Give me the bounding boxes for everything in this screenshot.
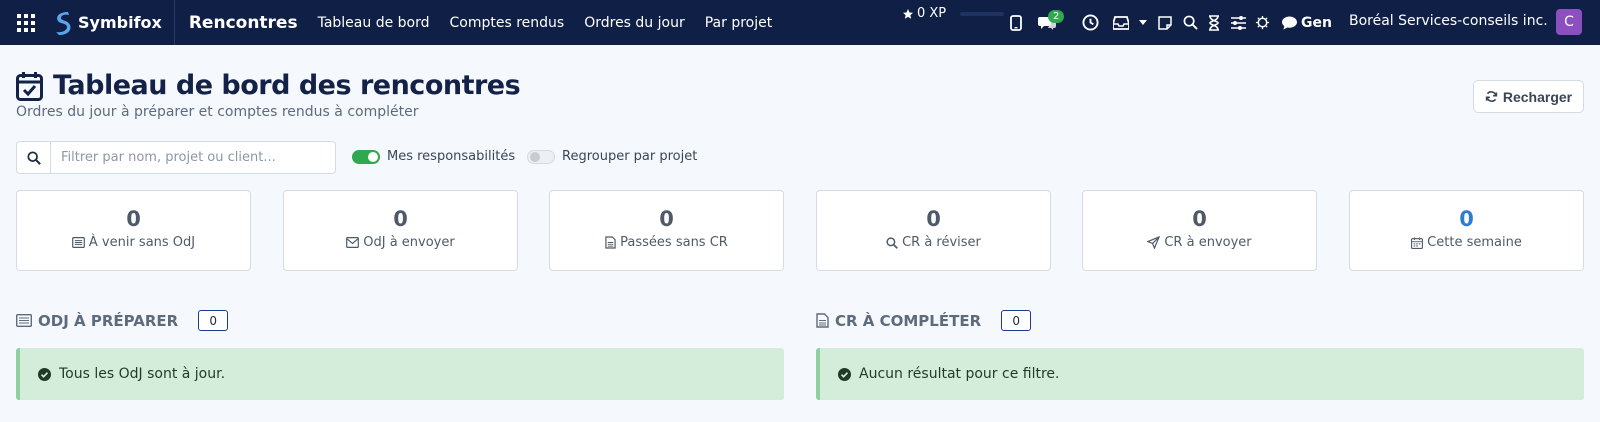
stat-card-cette-semaine[interactable]: 0 Cette semaine — [1349, 190, 1584, 271]
sticky-note-icon[interactable] — [1154, 12, 1176, 34]
menu-item-ordres-du-jour[interactable]: Ordres du jour — [584, 15, 685, 31]
xp-progress-bar — [960, 12, 1004, 16]
page-subtitle: Ordres du jour à préparer et comptes ren… — [16, 104, 419, 120]
stat-value: 0 — [393, 207, 408, 231]
section-odj-header: ODJ À PRÉPARER 0 — [16, 310, 229, 331]
toggle-mes-responsabilites-label: Mes responsabilités — [387, 149, 516, 164]
stat-card-cr-a-reviser[interactable]: 0 CR à réviser — [816, 190, 1051, 271]
menu-item-par-projet[interactable]: Par projet — [705, 15, 773, 31]
star-icon — [903, 8, 913, 19]
brand-name: Symbifox — [78, 13, 162, 32]
calendar-check-icon — [16, 71, 43, 101]
section-cr-count: 0 — [1001, 310, 1032, 331]
stat-card-a-venir-sans-odj[interactable]: 0 À venir sans OdJ — [16, 190, 251, 271]
document-icon — [605, 236, 616, 249]
section-cr-alert: Aucun résultat pour ce filtre. — [816, 348, 1584, 400]
stat-label: À venir sans OdJ — [88, 235, 196, 250]
section-odj-alert: Tous les OdJ sont à jour. — [16, 348, 784, 400]
section-cr-title: CR À COMPLÉTER — [835, 311, 982, 330]
check-circle-icon — [838, 367, 851, 381]
section-odj-count: 0 — [198, 310, 229, 331]
list-icon — [16, 314, 32, 327]
chevron-down-icon[interactable] — [1137, 12, 1149, 34]
stat-card-cr-a-envoyer[interactable]: 0 CR à envoyer — [1082, 190, 1317, 271]
comment-icon — [1282, 15, 1297, 30]
calendar-icon — [1411, 236, 1424, 249]
toggle-regrouper-par-projet[interactable] — [527, 150, 555, 164]
stat-card-passees-sans-cr[interactable]: 0 Passées sans CR — [549, 190, 784, 271]
app-title[interactable]: Rencontres — [189, 13, 298, 33]
toggle-knob — [368, 152, 378, 162]
page-title: Tableau de bord des rencontres — [53, 70, 521, 101]
section-odj-title: ODJ À PRÉPARER — [38, 311, 179, 330]
avatar[interactable]: C — [1556, 9, 1582, 35]
search-input[interactable] — [51, 142, 335, 173]
check-circle-icon — [38, 367, 51, 381]
top-navbar: Symbifox Rencontres Tableau de bord Comp… — [0, 0, 1600, 45]
section-cr-header: CR À COMPLÉTER 0 — [816, 310, 1032, 331]
list-icon — [72, 237, 85, 248]
toggle-knob — [530, 152, 540, 162]
symbifox-logo-icon — [56, 11, 71, 35]
inbox-icon[interactable] — [1110, 12, 1132, 34]
stat-value: 0 — [126, 207, 141, 231]
toggle-regrouper-par-projet-label: Regrouper par projet — [562, 149, 698, 164]
search-box — [16, 141, 336, 174]
stat-value: 0 — [1459, 207, 1474, 231]
stat-label: CR à envoyer — [1164, 235, 1252, 250]
refresh-icon — [1485, 91, 1498, 102]
section-odj-message: Tous les OdJ sont à jour. — [59, 366, 226, 382]
page-header: Tableau de bord des rencontres — [16, 70, 521, 101]
search-icon — [26, 150, 41, 165]
gen-label: Gen — [1301, 14, 1332, 31]
bug-icon[interactable] — [1251, 12, 1273, 34]
toggle-mes-responsabilites[interactable] — [352, 150, 380, 164]
stat-label: OdJ à envoyer — [363, 235, 455, 250]
chat-icon[interactable]: 2 — [1036, 9, 1065, 34]
reload-label: Recharger — [1502, 88, 1573, 105]
stat-label: CR à réviser — [902, 235, 981, 250]
menu-item-comptes-rendus[interactable]: Comptes rendus — [450, 15, 565, 31]
hourglass-icon[interactable] — [1203, 12, 1225, 34]
xp-value: 0 XP — [917, 6, 947, 21]
stat-label: Passées sans CR — [620, 235, 728, 250]
search-button[interactable] — [17, 142, 51, 173]
envelope-icon — [346, 237, 360, 248]
company-switcher[interactable]: Boréal Services-conseils inc. — [1349, 13, 1548, 29]
search-icon — [886, 236, 898, 249]
gen-chat-button[interactable]: Gen — [1282, 15, 1332, 31]
sliders-icon[interactable] — [1227, 12, 1249, 34]
send-icon — [1147, 236, 1161, 249]
stat-value: 0 — [926, 207, 941, 231]
xp-indicator[interactable]: 0 XP — [902, 6, 946, 21]
apps-grid-icon[interactable] — [0, 0, 52, 45]
stat-value: 0 — [659, 207, 674, 231]
stat-value: 0 — [1192, 207, 1207, 231]
reload-button[interactable]: Recharger — [1473, 80, 1584, 113]
clock-icon[interactable] — [1079, 12, 1101, 34]
stat-label: Cette semaine — [1427, 235, 1522, 250]
document-icon — [816, 313, 829, 328]
section-cr-message: Aucun résultat pour ce filtre. — [859, 366, 1060, 382]
stat-card-odj-a-envoyer[interactable]: 0 OdJ à envoyer — [283, 190, 518, 271]
menu-item-tableau-de-bord[interactable]: Tableau de bord — [318, 15, 430, 31]
brand-logo[interactable]: Symbifox — [52, 0, 175, 45]
chat-badge: 2 — [1048, 9, 1065, 23]
search-icon[interactable] — [1179, 12, 1201, 34]
mobile-icon[interactable] — [1005, 12, 1027, 34]
